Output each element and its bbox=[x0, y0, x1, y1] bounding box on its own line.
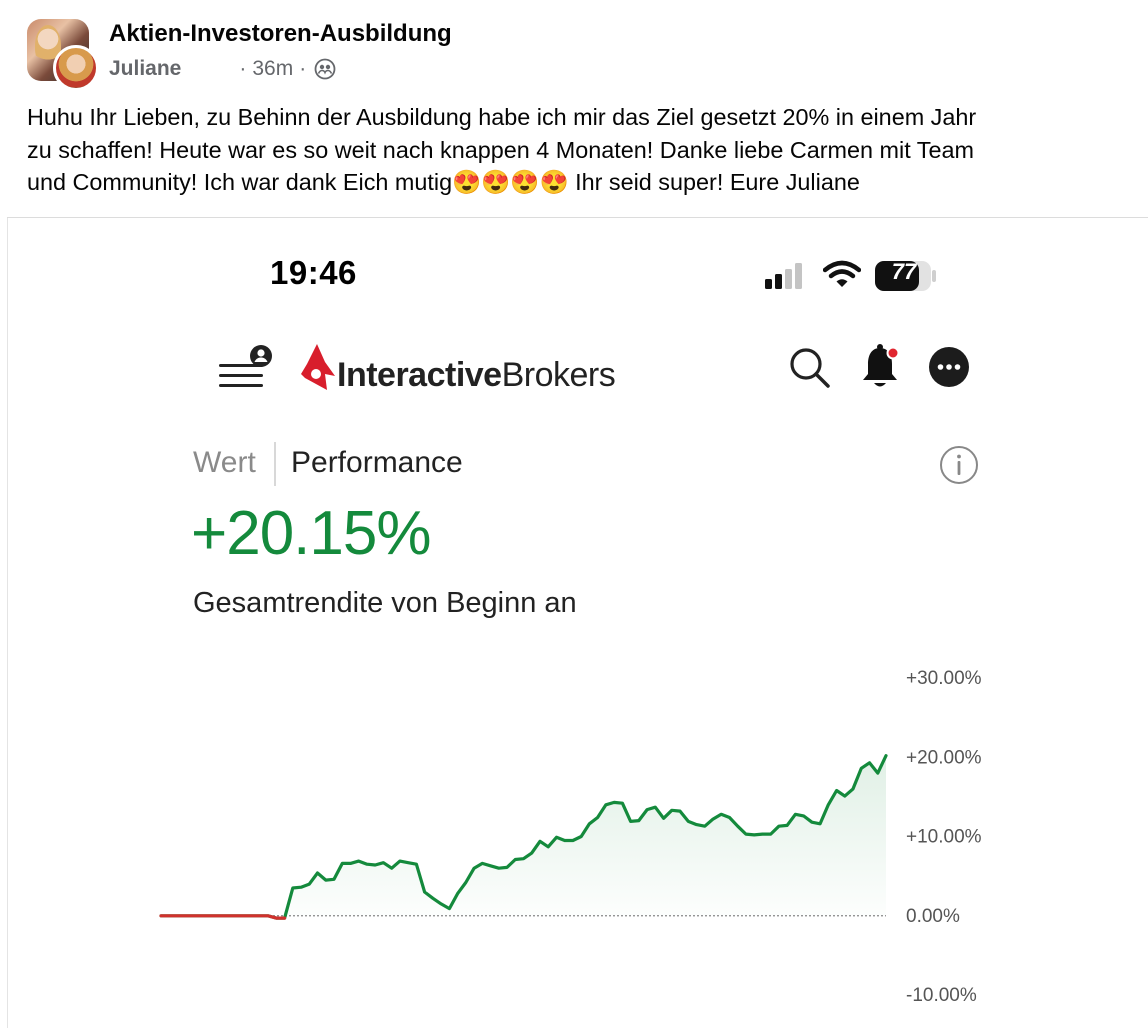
battery-level: 77 bbox=[891, 259, 917, 284]
author-name-link[interactable]: Juliane bbox=[109, 57, 181, 81]
logo-bold: Interactive bbox=[337, 356, 502, 394]
group-members-icon[interactable] bbox=[314, 58, 336, 80]
menu-icon[interactable] bbox=[219, 344, 279, 394]
ib-logo-text: InteractiveBrokers bbox=[337, 356, 616, 395]
tab-performance[interactable]: Performance bbox=[291, 446, 463, 480]
tab-divider bbox=[274, 442, 276, 486]
search-icon[interactable] bbox=[788, 346, 832, 390]
author-avatar[interactable] bbox=[53, 45, 99, 91]
bell-icon[interactable] bbox=[860, 344, 904, 390]
post-image[interactable]: 19:46 77 InteractiveBrokers Wert Perform… bbox=[7, 218, 1148, 1028]
group-avatar[interactable] bbox=[27, 19, 99, 91]
performance-value: +20.15% bbox=[191, 499, 431, 568]
signal-icon bbox=[765, 263, 802, 289]
wifi-icon bbox=[823, 260, 861, 287]
y-tick-label: -10.00% bbox=[906, 985, 977, 1006]
y-tick-label: +20.00% bbox=[906, 747, 982, 768]
y-tick-label: 0.00% bbox=[906, 906, 960, 927]
post-meta: Juliane · 36m · bbox=[109, 57, 336, 81]
logo-regular: Brokers bbox=[501, 356, 616, 394]
info-icon[interactable] bbox=[938, 444, 980, 486]
post-timestamp[interactable]: 36m bbox=[252, 57, 293, 81]
y-tick-label: +10.00% bbox=[906, 827, 982, 848]
performance-caption: Gesamtrendite von Beginn an bbox=[193, 587, 577, 619]
status-time: 19:46 bbox=[270, 254, 357, 291]
more-icon[interactable] bbox=[928, 346, 970, 388]
post-header: Aktien-Investoren-Ausbildung Juliane · 3… bbox=[0, 0, 1148, 218]
meta-separator: · bbox=[239, 57, 247, 80]
performance-negative-segment bbox=[159, 914, 287, 920]
post-text: Huhu Ihr Lieben, zu Behinn der Ausbildun… bbox=[27, 104, 977, 195]
performance-area bbox=[284, 755, 887, 916]
performance-chart[interactable]: +30.00% +20.00% +10.00% 0.00% -10.00% bbox=[8, 658, 1148, 1028]
y-tick-label: +30.00% bbox=[906, 668, 982, 689]
group-name-link[interactable]: Aktien-Investoren-Ausbildung bbox=[109, 20, 452, 48]
ib-logo-icon bbox=[301, 344, 335, 390]
tab-wert[interactable]: Wert bbox=[193, 446, 256, 480]
meta-separator: · bbox=[299, 57, 307, 80]
